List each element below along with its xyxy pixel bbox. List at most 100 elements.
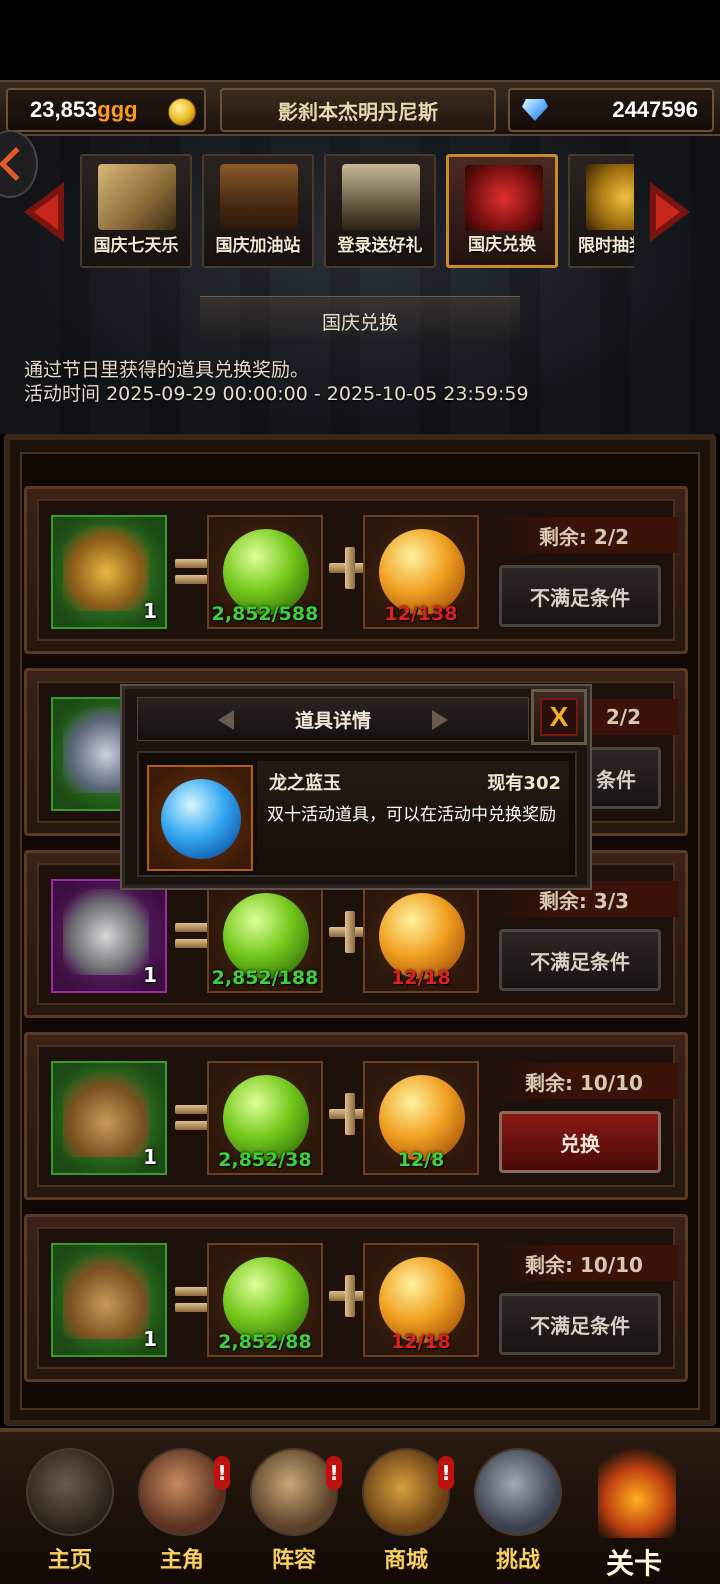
blue-orb-icon [161, 779, 241, 859]
cost-slot-green[interactable]: 2,852/88 [207, 1243, 323, 1357]
gold-unit: ggg [97, 97, 138, 122]
cost-slot-orange[interactable]: 12/8 [363, 1061, 479, 1175]
cost-green-value: 2,852/88 [218, 1331, 312, 1353]
exchange-row: 1 2,852/588 12/138 剩余: 2/2 不满足条件 [24, 486, 688, 654]
diamond-icon [522, 99, 548, 121]
nav-challenge[interactable]: 挑战 [466, 1442, 570, 1582]
popup-item-description: 双十活动道具，可以在活动中兑换奖励 [267, 805, 556, 825]
cost-slot-orange[interactable]: 12/138 [363, 515, 479, 629]
cost-green-value: 2,852/588 [211, 603, 319, 625]
bottom-navigation: 主页 ! 主角 ! 阵容 ! 商城 挑战 关卡 [0, 1428, 720, 1584]
crossed-axes-icon [474, 1448, 562, 1536]
popup-body: 龙之蓝玉 现有302 双十活动道具，可以在活动中兑换奖励 [137, 751, 577, 877]
treasure-chest-icon [220, 164, 298, 230]
castle-icon [26, 1448, 114, 1536]
tab-label: 国庆七天乐 [93, 236, 179, 256]
gem-bag-icon [63, 1071, 149, 1157]
chevron-left-icon [34, 194, 58, 230]
exchange-row: 1 2,852/88 12/18 剩余: 10/10 不满足条件 [24, 1214, 688, 1382]
cost-orange-value: 12/138 [384, 603, 458, 625]
nav-label: 主角 [159, 1548, 204, 1573]
tab-label: 国庆兑换 [468, 235, 536, 255]
popup-item-name: 龙之蓝玉 [269, 773, 341, 794]
nav-hero[interactable]: ! 主角 [130, 1442, 234, 1582]
tab-label: 限时抽奖 [578, 236, 634, 256]
skull-chest-icon [63, 889, 149, 975]
reward-quantity: 1 [143, 1327, 157, 1351]
reward-quantity: 1 [143, 599, 157, 623]
tab-national-seven-days[interactable]: 国庆七天乐 [80, 154, 192, 268]
demon-stage-icon [598, 1442, 676, 1538]
activity-title: 国庆兑换 [321, 312, 398, 334]
remaining-count: 剩余: 10/10 [489, 1245, 679, 1281]
exchange-button-disabled[interactable]: 不满足条件 [499, 565, 661, 627]
nav-label: 关卡 [605, 1547, 662, 1580]
reward-slot[interactable]: 1 [51, 1243, 167, 1357]
exchange-button[interactable]: 兑换 [499, 1111, 661, 1173]
tab-national-refuel-station[interactable]: 国庆加油站 [202, 154, 314, 268]
gold-chest-icon [586, 164, 634, 230]
shop-chest-icon [362, 1448, 450, 1536]
nav-stage[interactable]: 关卡 [582, 1442, 686, 1582]
activity-time-label: 活动时间 [24, 383, 101, 405]
tab-login-gift[interactable]: 登录送好礼 [324, 154, 436, 268]
nav-label: 商城 [383, 1548, 428, 1573]
cost-green-value: 2,852/188 [211, 967, 319, 989]
nav-label: 主页 [47, 1548, 92, 1573]
popup-header: 道具详情 [137, 697, 529, 741]
cost-slot-orange[interactable]: 12/18 [363, 1243, 479, 1357]
tab-label: 登录送好礼 [337, 236, 423, 256]
nav-home[interactable]: 主页 [18, 1442, 122, 1582]
cost-slot-orange[interactable]: 12/18 [363, 879, 479, 993]
nav-lineup[interactable]: ! 阵容 [242, 1442, 346, 1582]
reward-quantity: 1 [143, 963, 157, 987]
gold-amount: 23,853 [30, 97, 98, 122]
cost-green-value: 2,852/38 [218, 1149, 312, 1171]
nav-label: 阵容 [271, 1548, 316, 1573]
activity-tab-strip: 国庆七天乐 国庆加油站 登录送好礼 国庆兑换 限时抽奖 [80, 154, 634, 272]
cost-slot-green[interactable]: 2,852/588 [207, 515, 323, 629]
ornament-right-icon [432, 710, 448, 730]
ornament-left-icon [218, 710, 234, 730]
chevron-right-icon [656, 194, 680, 230]
activity-description: 通过节日里获得的道具兑换奖励。 活动时间 2025-09-29 00:00:00… [24, 358, 529, 406]
player-name: 影刹本杰明丹尼斯 [278, 99, 438, 124]
reward-slot[interactable]: 1 [51, 1061, 167, 1175]
reward-quantity: 1 [143, 1145, 157, 1169]
activity-title-plate: 国庆兑换 [200, 296, 520, 346]
popup-close-button[interactable]: X [531, 689, 587, 745]
popup-owned-count: 现有302 [487, 773, 561, 794]
gem-bag-icon [63, 1253, 149, 1339]
remaining-count: 剩余: 10/10 [489, 1063, 679, 1099]
item-detail-popup: 道具详情 X 龙之蓝玉 现有302 双十活动道具，可以在活动中兑换奖励 [122, 686, 590, 888]
notification-badge: ! [438, 1456, 454, 1490]
notification-badge: ! [326, 1456, 342, 1490]
tab-limited-lottery[interactable]: 限时抽奖 [568, 154, 634, 268]
exchange-row-inner: 1 2,852/38 12/8 剩余: 10/10 兑换 [37, 1045, 679, 1187]
reward-slot[interactable]: 1 [51, 515, 167, 629]
player-name-plate[interactable]: 影刹本杰明丹尼斯 [220, 88, 496, 132]
cost-orange-value: 12/18 [391, 967, 451, 989]
cost-slot-green[interactable]: 2,852/38 [207, 1061, 323, 1175]
exchange-button-disabled[interactable]: 不满足条件 [499, 1293, 661, 1355]
hero-portrait-icon [138, 1448, 226, 1536]
gold-coin-icon [168, 98, 196, 126]
top-resource-bar: 23,853 ggg 影刹本杰明丹尼斯 2447596 [0, 80, 720, 136]
popup-title: 道具详情 [294, 709, 371, 732]
tab-national-exchange[interactable]: 国庆兑换 [446, 154, 558, 268]
side-arrow-icon [0, 147, 33, 181]
diamond-currency[interactable]: 2447596 [508, 88, 714, 132]
popup-item-info: 龙之蓝玉 现有302 双十活动道具，可以在活动中兑换奖励 [257, 761, 569, 871]
close-icon: X [540, 698, 578, 736]
exchange-button-disabled[interactable]: 不满足条件 [499, 929, 661, 991]
cost-slot-green[interactable]: 2,852/188 [207, 879, 323, 993]
calendar-icon [342, 164, 420, 230]
activity-time: 活动时间 2025-09-29 00:00:00 - 2025-10-05 23… [24, 382, 529, 406]
exchange-row-inner: 1 2,852/588 12/138 剩余: 2/2 不满足条件 [37, 499, 679, 641]
activity-description-text: 通过节日里获得的道具兑换奖励。 [24, 359, 310, 381]
reward-slot[interactable]: 1 [51, 879, 167, 993]
nav-shop[interactable]: ! 商城 [354, 1442, 458, 1582]
golden-dragon-chest-icon [63, 525, 149, 611]
remaining-count: 剩余: 2/2 [489, 517, 679, 553]
tab-label: 国庆加油站 [215, 236, 301, 256]
